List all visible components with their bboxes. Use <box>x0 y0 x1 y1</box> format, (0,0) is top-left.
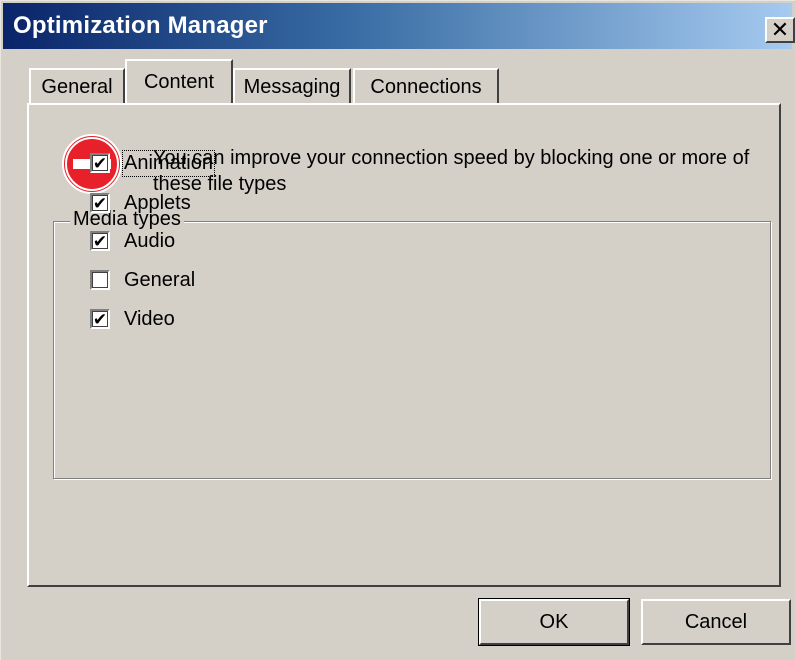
tab-content-label: Content <box>143 70 215 93</box>
checkbox-video[interactable]: ✔ <box>90 309 110 329</box>
tab-messaging-label: Messaging <box>243 75 341 98</box>
checkbox-animation[interactable]: ✔ <box>90 153 110 173</box>
checkbox-row-video[interactable]: ✔ Video <box>90 304 175 334</box>
tab-general-label: General <box>41 75 113 98</box>
checkbox-label-general: General <box>124 268 196 291</box>
optimization-manager-dialog: Optimization Manager ✕ General Content M… <box>0 0 795 660</box>
checkbox-row-audio[interactable]: ✔ Audio <box>90 226 175 256</box>
media-types-group: Media types ✔ Animation ✔ Applets ✔ Audi… <box>53 149 771 479</box>
content-tab-panel: You can improve your connection speed by… <box>27 103 781 587</box>
checkbox-label-animation: Animation <box>122 149 215 177</box>
checkbox-label-audio: Audio <box>124 229 176 252</box>
checkbox-label-applets: Applets <box>124 191 191 214</box>
window-title: Optimization Manager <box>13 12 268 39</box>
tab-connections[interactable]: Connections <box>353 68 499 104</box>
close-icon: ✕ <box>770 17 790 42</box>
tab-general[interactable]: General <box>29 68 125 104</box>
checkbox-audio[interactable]: ✔ <box>90 231 110 251</box>
checkbox-row-animation[interactable]: ✔ Animation <box>90 148 215 178</box>
cancel-button[interactable]: Cancel <box>641 599 791 645</box>
close-button[interactable]: ✕ <box>765 17 795 43</box>
checkbox-applets[interactable]: ✔ <box>90 193 110 213</box>
tab-messaging[interactable]: Messaging <box>233 68 351 104</box>
checkbox-label-video: Video <box>124 307 175 330</box>
ok-button[interactable]: OK <box>478 598 630 646</box>
tab-content[interactable]: Content <box>125 59 233 103</box>
checkbox-row-general[interactable]: General <box>90 265 195 295</box>
checkbox-general[interactable] <box>90 270 110 290</box>
cancel-button-label: Cancel <box>684 610 748 633</box>
title-bar[interactable]: Optimization Manager ✕ <box>3 3 795 49</box>
tab-connections-label: Connections <box>370 75 482 98</box>
checkbox-row-applets[interactable]: ✔ Applets <box>90 188 191 218</box>
info-text: You can improve your connection speed by… <box>153 147 750 195</box>
ok-button-label: OK <box>539 610 569 633</box>
